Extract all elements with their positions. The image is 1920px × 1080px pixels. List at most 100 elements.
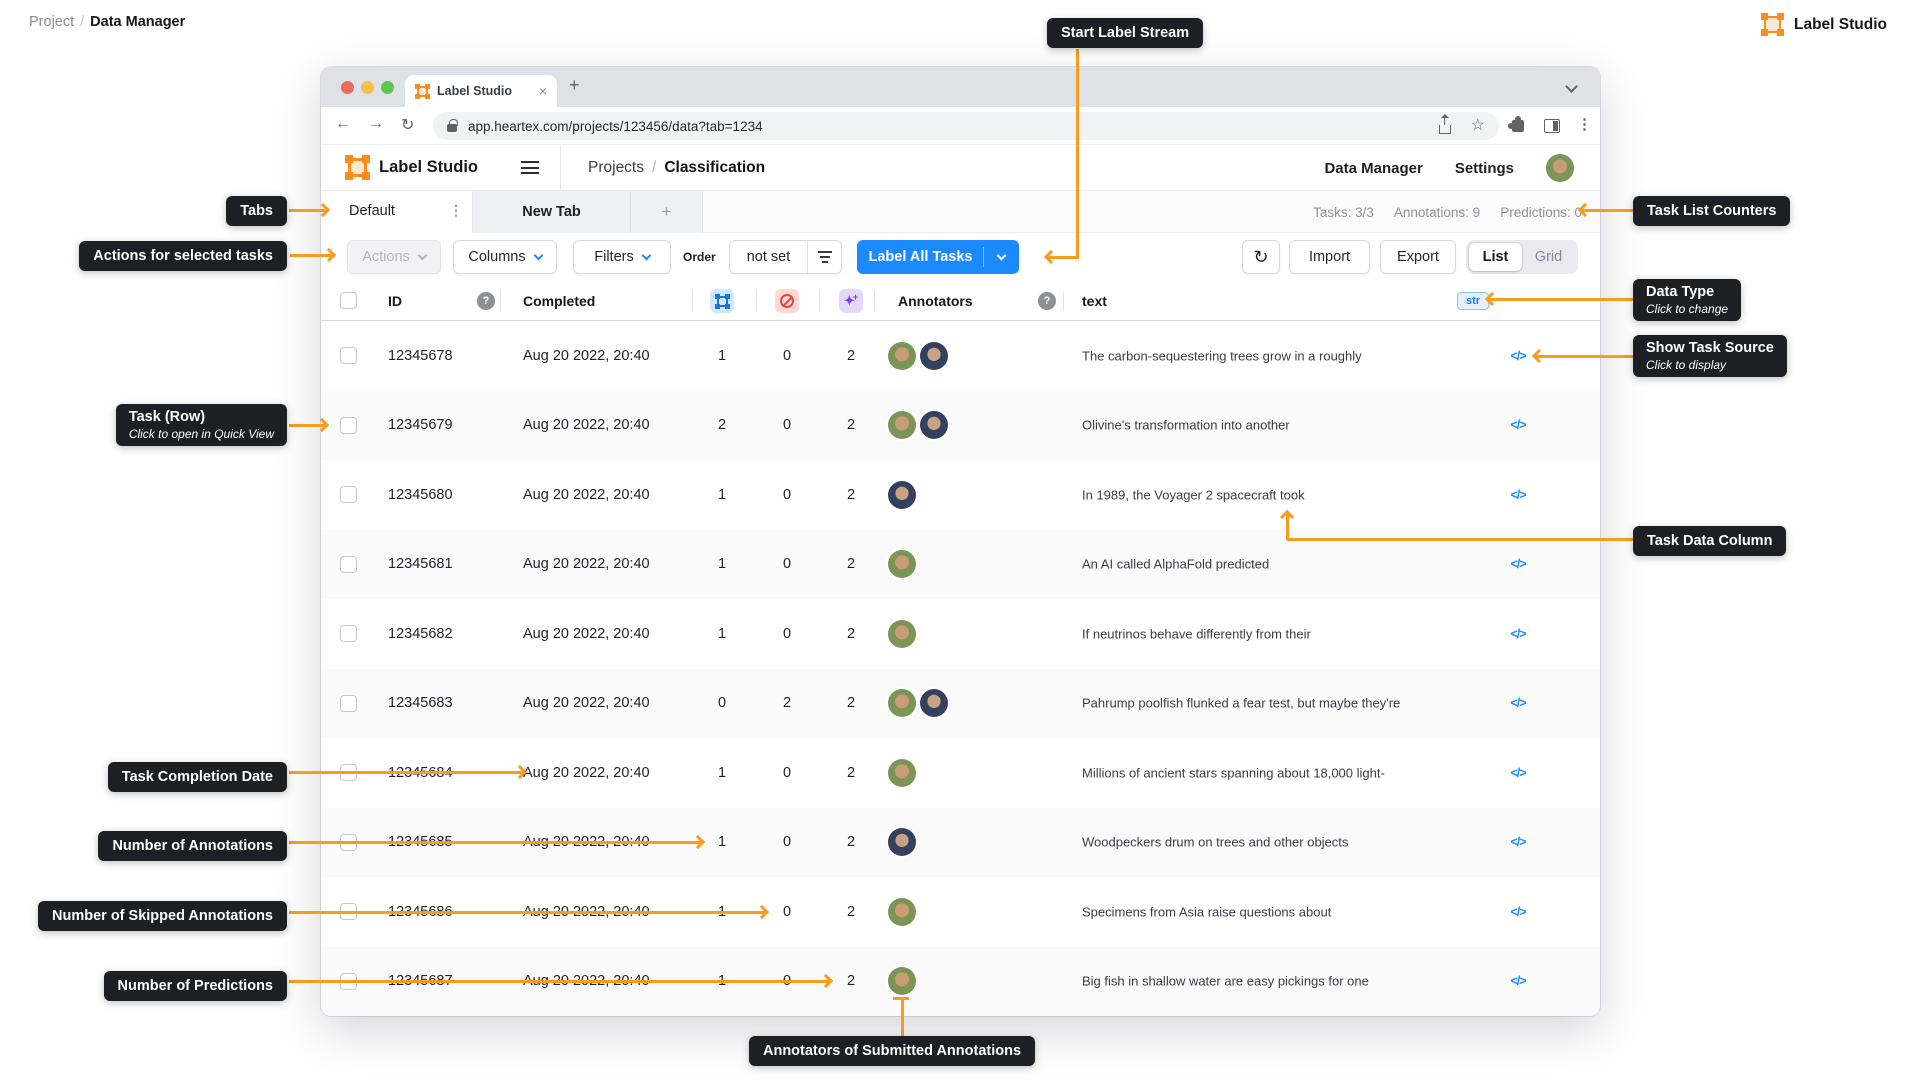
annotations-column-icon[interactable] (710, 289, 734, 313)
actions-button[interactable]: Actions (347, 240, 441, 274)
header-divider (560, 145, 561, 191)
tab-new-tab[interactable]: New Tab (473, 191, 631, 233)
column-header-id[interactable]: ID (388, 293, 402, 309)
show-task-source-icon[interactable]: </> (1510, 835, 1526, 849)
minimize-window-button[interactable] (361, 80, 374, 94)
show-task-source-icon[interactable]: </> (1510, 905, 1526, 919)
task-row[interactable]: 12345683 Aug 20 2022, 20:40 0 2 2 Pahrum… (321, 668, 1600, 738)
projects-link[interactable]: Projects (588, 159, 644, 176)
tab-default[interactable]: Default ⋮ (321, 191, 473, 233)
hamburger-menu-icon[interactable] (521, 161, 539, 178)
side-panel-icon[interactable] (1544, 119, 1560, 133)
column-header-annotators[interactable]: Annotators (898, 293, 973, 309)
tab-close-icon[interactable]: × (539, 83, 547, 99)
app-header: Label Studio Projects / Classification Dat… (321, 145, 1600, 191)
task-completed-date: Aug 20 2022, 20:40 (523, 625, 650, 642)
import-button[interactable]: Import (1289, 240, 1370, 274)
new-tab-icon[interactable]: + (569, 75, 580, 96)
data-type-badge[interactable]: str (1457, 291, 1490, 310)
task-row[interactable]: 12345680 Aug 20 2022, 20:40 1 0 2 In 198… (321, 460, 1600, 530)
callout-arrow (289, 980, 829, 983)
export-button[interactable]: Export (1380, 240, 1456, 274)
grid-view-button[interactable]: Grid (1522, 243, 1575, 271)
row-checkbox[interactable] (340, 625, 357, 642)
show-task-source-icon[interactable]: </> (1510, 766, 1526, 780)
list-view-button[interactable]: List (1469, 243, 1522, 271)
show-task-source-icon[interactable]: </> (1510, 696, 1526, 710)
table-header: ID ? Completed ✦ + Annotators ? text str (321, 281, 1600, 321)
row-checkbox[interactable] (340, 416, 357, 434)
column-header-completed[interactable]: Completed (523, 293, 595, 309)
browser-menu-icon[interactable]: ⋮ (1577, 115, 1592, 133)
columns-button[interactable]: Columns (453, 240, 557, 274)
callout-annotators-submitted: Annotators of Submitted Annotations (749, 1036, 1036, 1066)
chevron-down-icon (641, 250, 652, 260)
annotations-count: 2 (717, 417, 727, 434)
annotator-avatar (888, 341, 916, 370)
refresh-button[interactable]: ↻ (1242, 240, 1280, 274)
task-row[interactable]: 12345678 Aug 20 2022, 20:40 1 0 2 The ca… (321, 321, 1600, 391)
annotator-avatars (888, 689, 948, 718)
show-task-source-icon[interactable]: </> (1510, 627, 1526, 641)
predictions-column-icon[interactable]: ✦ + (839, 289, 863, 313)
task-text: An AI called AlphaFold predicted (1082, 556, 1270, 572)
breadcrumb-project-link[interactable]: Project (29, 14, 74, 30)
back-icon[interactable]: ← (335, 115, 351, 133)
tab-options-kebab-icon[interactable]: ⋮ (449, 202, 463, 219)
task-row[interactable]: 12345679 Aug 20 2022, 20:40 2 0 2 Olivin… (321, 390, 1600, 460)
reload-icon[interactable]: ↻ (401, 115, 414, 135)
show-task-source-icon[interactable]: </> (1510, 557, 1526, 571)
order-button[interactable]: not set (729, 240, 842, 274)
filters-label: Filters (594, 249, 634, 265)
browser-tab[interactable]: Label Studio × (405, 75, 557, 107)
forward-icon[interactable]: → (368, 115, 384, 133)
extensions-icon[interactable] (1508, 116, 1524, 132)
callout-start-label-stream: Start Label Stream (1047, 18, 1204, 48)
annotations-count: 1 (717, 834, 727, 851)
filters-button[interactable]: Filters (573, 240, 671, 274)
url-field[interactable]: app.heartex.com/projects/123456/data?tab… (433, 112, 1499, 140)
show-task-source-icon[interactable]: </> (1510, 418, 1526, 432)
show-task-source-icon[interactable]: </> (1510, 349, 1526, 363)
callout-task-data-column: Task Data Column (1633, 526, 1787, 556)
nav-data-manager[interactable]: Data Manager (1324, 160, 1422, 177)
task-id: 12345679 (388, 417, 453, 434)
app-breadcrumb-separator: / (652, 159, 657, 176)
predictions-counter: Predictions: 0 (1500, 204, 1582, 220)
row-checkbox[interactable] (340, 347, 357, 364)
show-task-source-icon[interactable]: </> (1510, 974, 1526, 988)
tab-search-chevron-icon[interactable] (1565, 80, 1578, 93)
app-title: Label Studio (379, 158, 478, 176)
select-all-checkbox[interactable] (340, 292, 357, 309)
task-row[interactable]: 12345682 Aug 20 2022, 20:40 1 0 2 If neu… (321, 599, 1600, 669)
app-logo-icon (345, 155, 370, 180)
close-window-button[interactable] (341, 80, 354, 94)
callout-number-of-predictions: Number of Predictions (103, 971, 287, 1001)
nav-settings[interactable]: Settings (1455, 160, 1514, 177)
row-checkbox[interactable] (340, 555, 357, 573)
user-avatar[interactable] (1546, 154, 1574, 182)
skipped-column-icon[interactable] (775, 289, 799, 313)
label-all-tasks-button[interactable]: Label All Tasks (857, 240, 1019, 274)
callout-arrow (1287, 538, 1633, 541)
chevron-down-icon (417, 250, 428, 260)
help-icon: ? (477, 291, 495, 310)
sort-order-icon[interactable] (808, 251, 841, 263)
task-text: Olivine's transformation into another (1082, 417, 1290, 433)
add-tab-button[interactable]: + (631, 191, 703, 233)
share-icon[interactable] (1438, 124, 1451, 134)
callout-arrow (1536, 355, 1633, 358)
annotator-avatars (888, 480, 916, 509)
bookmark-star-icon[interactable]: ☆ (1471, 115, 1485, 135)
annotator-avatar (888, 550, 916, 579)
row-checkbox[interactable] (340, 694, 357, 712)
column-header-text[interactable]: text (1082, 293, 1107, 309)
callout-data-type: Data Type Click to change (1633, 279, 1742, 321)
callout-arrow (901, 999, 904, 1036)
show-task-source-icon[interactable]: </> (1510, 488, 1526, 502)
maximize-window-button[interactable] (381, 80, 394, 94)
row-checkbox[interactable] (340, 486, 357, 503)
annotator-avatars (888, 828, 916, 857)
task-completed-date: Aug 20 2022, 20:40 (523, 347, 650, 364)
annotator-avatar (888, 897, 916, 926)
